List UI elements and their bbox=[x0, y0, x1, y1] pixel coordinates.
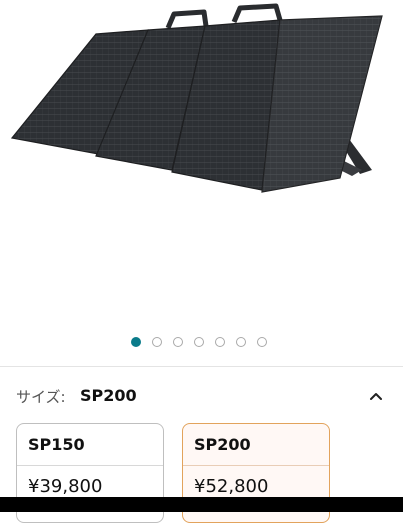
bottom-bar bbox=[0, 497, 403, 512]
option-name: SP200 bbox=[194, 435, 251, 454]
carousel-dot[interactable] bbox=[152, 337, 162, 347]
option-divider bbox=[17, 465, 163, 466]
carousel-dot[interactable] bbox=[236, 337, 246, 347]
solar-panel-illustration bbox=[10, 3, 383, 193]
carousel-dot-active[interactable] bbox=[131, 337, 141, 347]
carousel-dot[interactable] bbox=[257, 337, 267, 347]
carousel-dot[interactable] bbox=[215, 337, 225, 347]
option-price: ¥52,800 bbox=[194, 476, 269, 497]
carousel-dot[interactable] bbox=[173, 337, 183, 347]
size-label: サイズ: bbox=[16, 388, 66, 406]
chevron-up-icon[interactable] bbox=[366, 386, 386, 406]
product-image[interactable] bbox=[0, 0, 403, 300]
divider bbox=[0, 366, 403, 367]
carousel-indicator[interactable] bbox=[0, 335, 403, 349]
option-name: SP150 bbox=[28, 435, 85, 454]
selected-size-value: SP200 bbox=[80, 386, 137, 405]
option-divider bbox=[183, 465, 329, 466]
size-selector-header[interactable]: サイズ: SP200 bbox=[16, 386, 386, 406]
option-price: ¥39,800 bbox=[28, 476, 103, 497]
carousel-dot[interactable] bbox=[194, 337, 204, 347]
